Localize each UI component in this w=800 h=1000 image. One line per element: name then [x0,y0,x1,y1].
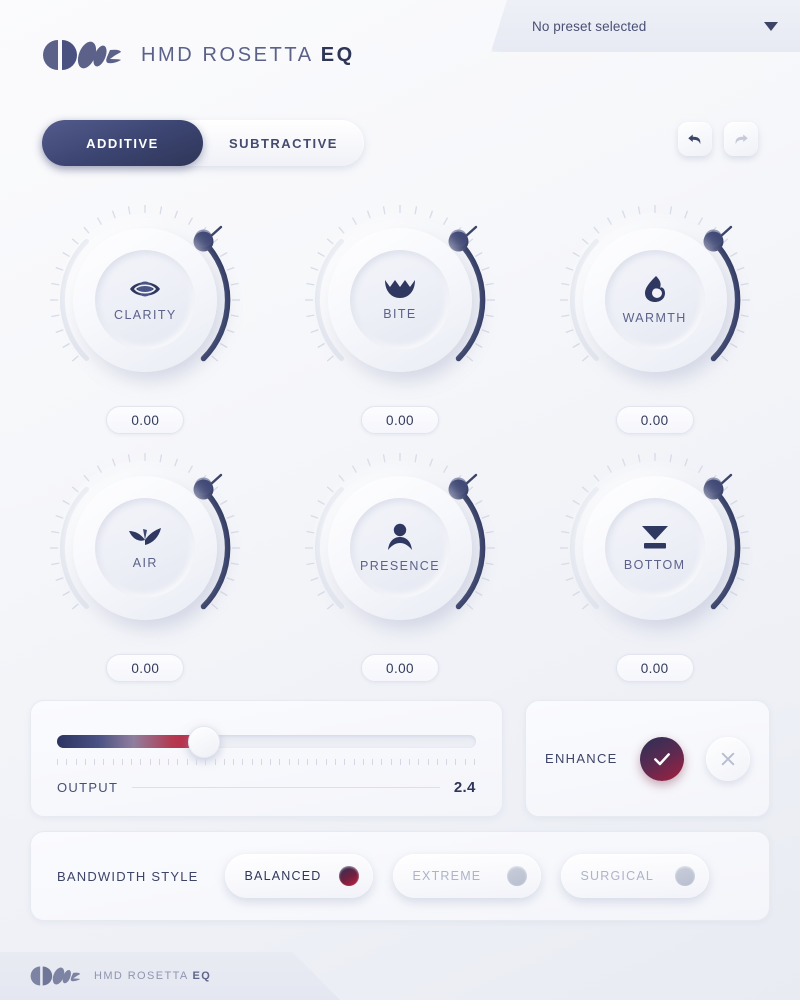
redo-arrow-icon [735,134,748,145]
knob-inner: BITE [349,250,450,350]
knob-dial-presence[interactable]: PRESENCE [300,448,500,648]
eye-icon [130,281,161,297]
preset-value: No preset selected [532,18,647,34]
person-icon [387,523,412,550]
knob-label: PRESENCE [360,559,440,573]
brand: HMD ROSETTA EQ [42,38,355,72]
tab-subtractive[interactable]: SUBTRACTIVE [203,120,364,166]
enhance-on-button[interactable] [639,736,684,781]
knob-label: BOTTOM [623,558,686,572]
knob-label: WARMTH [622,311,687,325]
knob-label: AIR [132,556,158,570]
history-buttons [678,122,758,156]
output-enhance-row: OUTPUT 2.4 ENHANCE [0,682,800,817]
enhance-label: ENHANCE [544,751,618,766]
knob-label: CLARITY [114,308,177,322]
knob-value-clarity[interactable]: 0.00 [106,406,185,434]
knob-inner: WARMTH [604,250,705,350]
bandwidth-option-label: EXTREME [412,869,482,883]
knob-air: AIR 0.00 [18,448,273,682]
knob-presence: PRESENCE 0.00 [273,448,528,682]
output-divider [132,787,440,788]
output-slider[interactable] [57,726,476,758]
arrow-down-to-bar-icon [641,526,668,549]
undo-arrow-icon [688,134,701,145]
undo-button[interactable] [678,122,712,156]
bandwidth-option-label: SURGICAL [580,869,655,883]
bandwidth-option-indicator [506,866,527,886]
knob-warmth: WARMTH 0.00 [527,200,782,434]
output-label: OUTPUT [57,780,119,795]
knob-dial-clarity[interactable]: CLARITY [45,200,245,400]
knob-dial-air[interactable]: AIR [45,448,245,648]
knob-value-bite[interactable]: 0.00 [360,406,439,434]
footer-brand-name: HMD ROSETTA [94,970,193,982]
bandwidth-option-balanced[interactable]: BALANCED [224,854,373,898]
knob-dial-warmth[interactable]: WARMTH [555,200,755,400]
knob-value-air[interactable]: 0.00 [106,654,185,682]
footer: HMD ROSETTA EQ [0,952,340,1000]
knob-value-warmth[interactable]: 0.00 [615,406,694,434]
enhance-panel: ENHANCE [524,700,770,817]
knob-grid: CLARITY 0.00 BITE 0.00 WARMTH 0.00 AIR 0… [0,200,800,682]
preset-selector[interactable]: No preset selected [490,0,800,52]
slider-handle[interactable] [187,726,220,758]
knob-clarity: CLARITY 0.00 [18,200,273,434]
bandwidth-option-indicator [338,866,359,886]
slider-fill [57,735,204,748]
output-value: 2.4 [453,779,476,796]
output-footer: OUTPUT 2.4 [57,779,476,796]
brand-title: HMD ROSETTA EQ [141,44,355,67]
redo-button[interactable] [724,122,758,156]
rosetta-logo-mark [30,966,81,986]
bandwidth-options: BALANCED EXTREME SURGICAL [224,854,709,898]
brand-suffix: EQ [320,43,355,66]
bandwidth-option-indicator [674,866,695,886]
bandwidth-option-label: BALANCED [244,869,322,883]
bandwidth-option-extreme[interactable]: EXTREME [392,854,541,898]
knob-inner: CLARITY [95,250,196,350]
knob-inner: AIR [95,498,196,598]
output-panel: OUTPUT 2.4 [30,700,503,817]
knob-inner: PRESENCE [349,498,450,598]
bandwidth-option-surgical[interactable]: SURGICAL [560,854,709,898]
knob-label: BITE [383,307,417,321]
flame-icon [644,276,665,302]
knob-inner: BOTTOM [604,498,705,598]
close-icon [721,752,734,765]
knob-value-bottom[interactable]: 0.00 [615,654,694,682]
chevron-down-icon [764,21,778,31]
plugin-window: No preset selected HMD ROSETTA EQ ADDITI… [0,0,800,1000]
knob-dial-bite[interactable]: BITE [300,200,500,400]
brand-name: HMD ROSETTA [141,43,321,66]
mode-controls-row: ADDITIVE SUBTRACTIVE [0,112,800,186]
footer-brand-suffix: EQ [192,970,212,982]
wing-icon [129,528,162,545]
knob-bite: BITE 0.00 [273,200,528,434]
check-icon [653,752,670,765]
enhance-off-button[interactable] [705,736,750,781]
knob-dial-bottom[interactable]: BOTTOM [555,448,755,648]
rosetta-logo-mark [43,40,121,70]
knob-value-presence[interactable]: 0.00 [360,654,439,682]
knob-bottom: BOTTOM 0.00 [527,448,782,682]
slider-ticks [57,759,476,767]
tab-additive[interactable]: ADDITIVE [42,120,203,166]
bandwidth-panel: BANDWIDTH STYLE BALANCED EXTREME SURGICA… [30,831,770,921]
footer-brand: HMD ROSETTA EQ [94,970,211,982]
teeth-icon [384,280,415,298]
bandwidth-label: BANDWIDTH STYLE [57,868,199,884]
mode-toggle: ADDITIVE SUBTRACTIVE [42,120,364,166]
header: No preset selected HMD ROSETTA EQ [0,0,800,112]
